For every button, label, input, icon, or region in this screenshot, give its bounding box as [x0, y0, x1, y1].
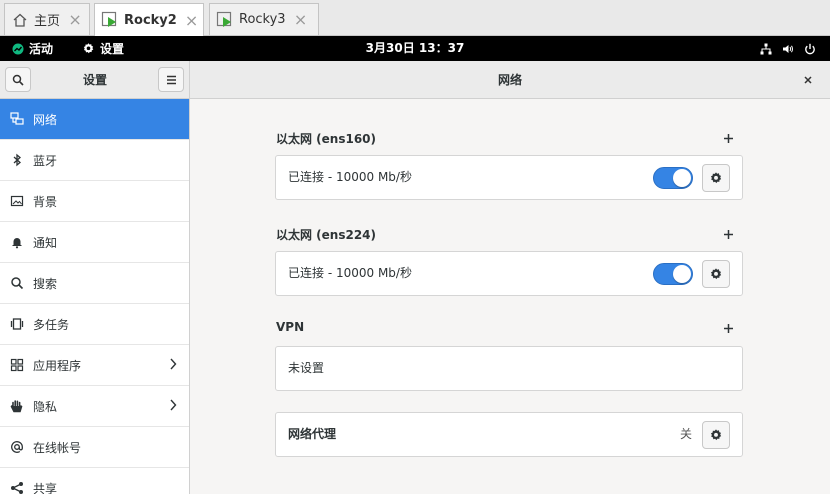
sidebar-item-label: 搜索 [33, 276, 58, 291]
hand-icon [10, 399, 24, 413]
app-menu[interactable]: 设置 [82, 36, 124, 61]
page-title: 网络 [497, 73, 522, 87]
network-proxy-state: 关 [680, 427, 693, 441]
chevron-right-icon [170, 358, 177, 370]
sidebar-header: 设置 [0, 61, 190, 99]
rocky-logo-icon [12, 43, 24, 54]
clock[interactable]: 3月30日 13：37 [366, 41, 465, 55]
sidebar-item-online-accounts[interactable]: 在线帐号 [0, 427, 189, 468]
ethernet-ens160-toggle[interactable] [653, 167, 693, 189]
bluetooth-icon [10, 153, 24, 167]
top-bar: 活动 设置 3月30日 13：37 [0, 36, 830, 61]
at-icon [10, 440, 24, 454]
network-proxy-settings-button[interactable] [702, 421, 730, 449]
close-icon [804, 76, 812, 84]
gear-icon [83, 43, 94, 54]
share-icon [10, 481, 24, 494]
sidebar-item-network[interactable]: 网络 [0, 99, 189, 140]
sidebar-item-label: 背景 [33, 194, 58, 209]
add-vpn-button[interactable] [720, 320, 736, 336]
sidebar-item-label: 网络 [33, 112, 58, 127]
plus-icon [723, 133, 733, 143]
sidebar-title: 设置 [82, 73, 107, 87]
network-panel: 以太网 (ens160) 已连接 - 10000 Mb/秒 以太网 (ens22… [190, 99, 830, 494]
gear-icon [710, 268, 722, 280]
sidebar-item-applications[interactable]: 应用程序 [0, 345, 189, 386]
plus-icon [723, 229, 733, 239]
app-menu-label: 设置 [100, 42, 125, 56]
plus-icon [723, 323, 733, 333]
vm-tab-label: Rocky2 [124, 12, 177, 28]
vm-tab-label: 主页 [34, 14, 61, 29]
sidebar-item-multitasking[interactable]: 多任务 [0, 304, 189, 345]
connection-status: 已连接 - 10000 Mb/秒 [288, 170, 412, 184]
sidebar-item-search[interactable]: 搜索 [0, 263, 189, 304]
close-icon[interactable]: × [185, 11, 198, 30]
apps-icon [10, 358, 24, 372]
network-icon [10, 112, 24, 126]
gear-icon [710, 172, 722, 184]
sidebar-item-label: 通知 [33, 235, 58, 250]
close-icon[interactable]: × [68, 10, 82, 29]
section-title-ethernet-ens160: 以太网 (ens160) [276, 132, 377, 146]
sidebar-item-notifications[interactable]: 通知 [0, 222, 189, 263]
ethernet-ens224-settings-button[interactable] [702, 260, 730, 288]
activities-button[interactable]: 活动 [12, 36, 53, 61]
main-header: 网络 [190, 61, 830, 99]
background-icon [10, 194, 24, 208]
close-icon[interactable]: × [294, 10, 308, 29]
section-title-vpn: VPN [276, 320, 305, 334]
activities-label: 活动 [29, 42, 54, 56]
vpn-row: 未设置 [275, 346, 743, 391]
volume-icon [783, 44, 793, 53]
menu-button[interactable] [158, 67, 184, 92]
ethernet-ens160-row: 已连接 - 10000 Mb/秒 [275, 155, 743, 200]
toggle-knob [673, 169, 691, 187]
vm-tab-label: Rocky3 [239, 12, 286, 27]
vm-icon [216, 11, 234, 29]
vm-tab-home[interactable]: 主页 × [4, 3, 90, 35]
hamburger-icon [166, 75, 176, 84]
toggle-knob [673, 265, 691, 283]
wired-network-icon [760, 43, 772, 54]
chevron-right-icon [170, 399, 177, 411]
search-icon [12, 74, 24, 86]
ethernet-ens224-toggle[interactable] [653, 263, 693, 285]
gear-icon [710, 429, 722, 441]
ethernet-ens160-settings-button[interactable] [702, 164, 730, 192]
sidebar-item-privacy[interactable]: 隐私 [0, 386, 189, 427]
connection-status: 已连接 - 10000 Mb/秒 [288, 266, 412, 280]
vm-tab-rocky3[interactable]: Rocky3 × [209, 3, 319, 35]
ethernet-ens224-row: 已连接 - 10000 Mb/秒 [275, 251, 743, 296]
vpn-status: 未设置 [288, 361, 325, 375]
vm-tab-rocky2[interactable]: Rocky2 × [94, 3, 204, 36]
bell-icon [10, 235, 24, 249]
sidebar-item-label: 在线帐号 [33, 440, 82, 455]
multitasking-icon [10, 317, 24, 331]
sidebar-item-label: 隐私 [33, 399, 58, 414]
power-icon [805, 43, 815, 54]
sidebar-item-label: 蓝牙 [33, 153, 58, 168]
add-connection-button[interactable] [720, 130, 736, 146]
network-proxy-row[interactable]: 网络代理 关 [275, 412, 743, 457]
sidebar-item-sharing[interactable]: 共享 [0, 468, 189, 494]
search-icon [10, 276, 24, 290]
sidebar: 网络 蓝牙 背景 通知 搜索 多任务 应用程序 隐私 在线帐号 共享 [0, 99, 190, 494]
window-close-button[interactable] [800, 72, 816, 88]
sidebar-item-bluetooth[interactable]: 蓝牙 [0, 140, 189, 181]
sidebar-item-label: 共享 [33, 481, 58, 494]
sidebar-item-label: 应用程序 [33, 358, 82, 373]
vm-icon [101, 11, 119, 29]
sidebar-item-label: 多任务 [33, 317, 70, 332]
system-status-menu[interactable] [760, 36, 816, 61]
home-icon [11, 11, 29, 29]
add-connection-button[interactable] [720, 226, 736, 242]
vm-tab-strip: 主页 × Rocky2 × Rocky3 × [0, 0, 830, 36]
sidebar-item-background[interactable]: 背景 [0, 181, 189, 222]
search-button[interactable] [5, 67, 31, 92]
section-title-ethernet-ens224: 以太网 (ens224) [276, 228, 377, 242]
network-proxy-label: 网络代理 [288, 427, 337, 441]
